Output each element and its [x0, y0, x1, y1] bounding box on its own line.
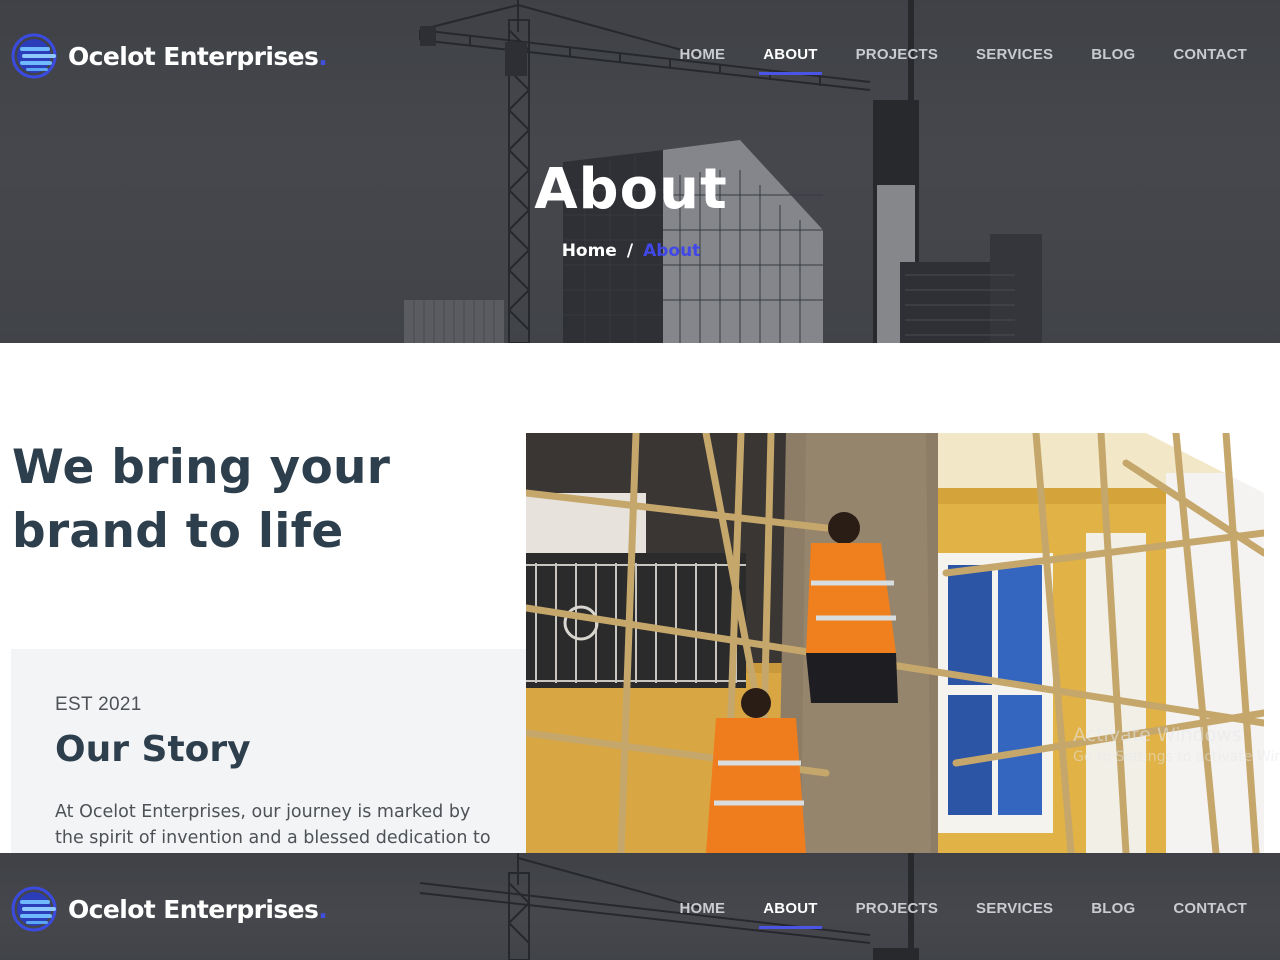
brand-name: Ocelot Enterprises	[68, 41, 319, 71]
nav-item-contact[interactable]: CONTACT	[1173, 900, 1247, 923]
main-nav: HOME ABOUT PROJECTS SERVICES BLOG CONTAC…	[641, 46, 1247, 75]
story-body: At Ocelot Enterprises, our journey is ma…	[55, 799, 495, 851]
nav-item-about[interactable]: ABOUT	[759, 900, 822, 929]
brand-dot: .	[318, 41, 328, 71]
heading-line-1: We bring your	[12, 440, 391, 495]
breadcrumb-separator: /	[626, 241, 634, 261]
page-hero: Ocelot Enterprises. HOME ABOUT PROJECTS …	[0, 0, 1280, 343]
scaffolding-workers-photo	[526, 433, 1264, 853]
page-title: About	[534, 157, 728, 222]
breadcrumb-home-link[interactable]: Home	[562, 241, 617, 261]
top-navbar: Ocelot Enterprises. HOME ABOUT PROJECTS …	[0, 0, 1280, 112]
story-title: Our Story	[55, 729, 251, 770]
logo-icon	[11, 886, 57, 932]
photo-illustration	[526, 433, 1264, 853]
nav-item-projects[interactable]: PROJECTS	[856, 900, 938, 923]
sticky-brand-logo[interactable]: Ocelot Enterprises.	[10, 886, 328, 932]
brand-dot: .	[318, 894, 328, 924]
brand-name: Ocelot Enterprises	[68, 894, 319, 924]
brand-logo[interactable]: Ocelot Enterprises.	[10, 33, 328, 79]
section-heading: We bring your brand to life	[12, 436, 482, 564]
nav-item-home[interactable]: HOME	[679, 900, 725, 923]
sticky-main-nav: HOME ABOUT PROJECTS SERVICES BLOG CONTAC…	[641, 900, 1247, 929]
logo-icon	[11, 33, 57, 79]
nav-item-about[interactable]: ABOUT	[759, 46, 822, 75]
breadcrumb: Home / About	[0, 241, 1262, 261]
nav-item-blog[interactable]: BLOG	[1091, 46, 1135, 69]
breadcrumb-current: About	[643, 241, 701, 261]
nav-item-blog[interactable]: BLOG	[1091, 900, 1135, 923]
nav-item-services[interactable]: SERVICES	[976, 900, 1053, 923]
story-body-line-1: At Ocelot Enterprises, our journey is ma…	[55, 802, 471, 822]
story-body-line-2: the spirit of invention and a blessed de…	[55, 828, 491, 848]
story-established-label: EST 2021	[55, 694, 142, 715]
sticky-header: Ocelot Enterprises. HOME ABOUT PROJECTS …	[0, 853, 1280, 960]
nav-item-projects[interactable]: PROJECTS	[856, 46, 938, 69]
our-story-card: EST 2021 Our Story At Ocelot Enterprises…	[11, 649, 526, 859]
heading-line-2: brand to life	[12, 504, 344, 559]
nav-item-services[interactable]: SERVICES	[976, 46, 1053, 69]
nav-item-home[interactable]: HOME	[679, 46, 725, 69]
nav-item-contact[interactable]: CONTACT	[1173, 46, 1247, 69]
